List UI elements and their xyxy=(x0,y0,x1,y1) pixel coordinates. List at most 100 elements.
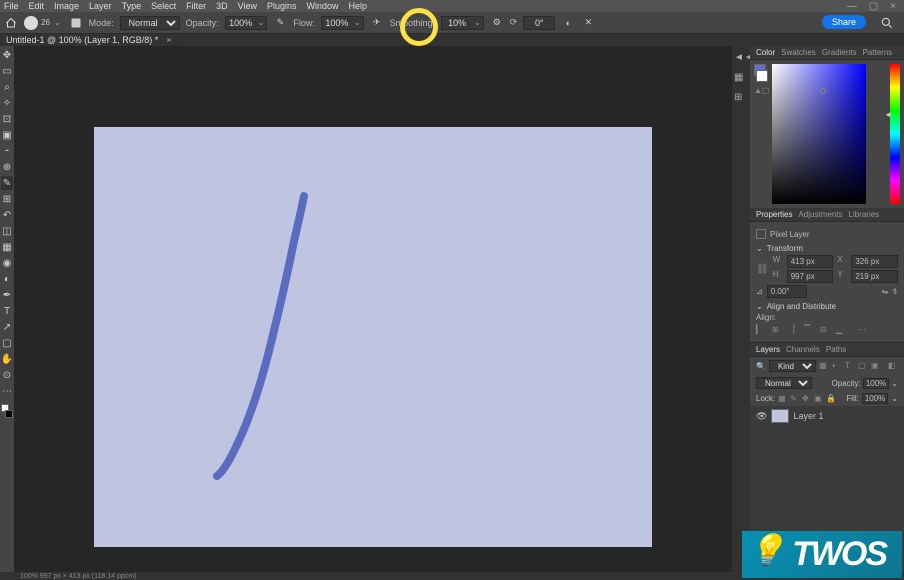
lock-pixels-icon[interactable]: ✎ xyxy=(790,394,799,403)
angle-input[interactable] xyxy=(524,18,554,28)
layer-filter-kind-select[interactable]: Kind xyxy=(769,360,816,372)
eraser-tool[interactable]: ◫ xyxy=(1,224,13,238)
frame-tool[interactable]: ▣ xyxy=(1,128,13,142)
document-tab[interactable]: Untitled-1 @ 100% (Layer 1, RGB/8) * × xyxy=(0,35,178,45)
type-tool[interactable]: T xyxy=(1,304,13,318)
pressure-size-icon[interactable]: ◐ xyxy=(561,16,575,30)
tab-adjustments[interactable]: Adjustments xyxy=(798,210,842,219)
home-icon[interactable] xyxy=(4,16,18,30)
color-bg-swatch[interactable] xyxy=(756,70,768,82)
filter-pixel-icon[interactable]: ▦ xyxy=(819,361,829,371)
align-right-icon[interactable]: ▕ xyxy=(788,325,798,335)
chevron-down-icon[interactable]: ⌄ xyxy=(891,379,898,388)
filter-shape-icon[interactable]: ▢ xyxy=(858,361,868,371)
pen-tool[interactable]: ✒ xyxy=(1,288,13,302)
tab-channels[interactable]: Channels xyxy=(786,345,820,354)
smoothing-input[interactable] xyxy=(442,18,472,28)
smoothing-input-group[interactable]: ⌄ xyxy=(441,16,484,30)
pressure-opacity-icon[interactable]: ✎ xyxy=(273,16,287,30)
marquee-tool[interactable]: ▭ xyxy=(1,64,13,78)
height-input[interactable]: 997 px xyxy=(787,270,834,283)
blend-mode-select[interactable]: Normal xyxy=(756,377,812,389)
airbrush-icon[interactable]: ✈ xyxy=(370,16,384,30)
background-color-swatch[interactable] xyxy=(5,410,13,418)
minimize-button[interactable]: — xyxy=(847,1,857,12)
flip-v-icon[interactable]: ⥮ xyxy=(892,287,898,297)
layer-name[interactable]: Layer 1 xyxy=(793,411,823,421)
layer-row[interactable]: 👁 Layer 1 xyxy=(750,406,904,426)
tab-patterns[interactable]: Patterns xyxy=(863,48,893,57)
menu-select[interactable]: Select xyxy=(151,1,176,11)
flow-input[interactable] xyxy=(322,18,352,28)
search-icon[interactable]: 🔍 xyxy=(756,362,766,371)
hue-indicator-icon[interactable]: ◄ xyxy=(884,110,892,119)
dock-expand-icon[interactable]: ◄◄ xyxy=(734,52,748,66)
dodge-tool[interactable]: ◐ xyxy=(1,272,13,286)
align-bottom-icon[interactable]: ▁ xyxy=(836,325,846,335)
menu-plugins[interactable]: Plugins xyxy=(267,1,297,11)
eyedropper-tool[interactable]: ⁃ xyxy=(1,144,13,158)
history-brush-tool[interactable]: ↶ xyxy=(1,208,13,222)
align-section-header[interactable]: Align and Distribute xyxy=(756,300,898,313)
align-left-icon[interactable]: ▎ xyxy=(756,325,766,335)
layer-fill-input[interactable]: 100% xyxy=(862,393,888,404)
menu-window[interactable]: Window xyxy=(307,1,339,11)
foreground-background-colors[interactable] xyxy=(1,404,13,418)
color-mode-icon[interactable]: ▲▢ xyxy=(754,86,768,95)
menu-3d[interactable]: 3D xyxy=(216,1,228,11)
dock-panel-icon-1[interactable]: ▦ xyxy=(734,72,748,86)
filter-toggle-icon[interactable]: ◧ xyxy=(888,361,898,371)
opacity-input-group[interactable]: ⌄ xyxy=(225,16,268,30)
brush-preview-picker[interactable]: 26 ⌄ xyxy=(24,16,63,30)
lock-position-icon[interactable]: ✥ xyxy=(802,394,811,403)
menu-file[interactable]: File xyxy=(4,1,19,11)
align-top-icon[interactable]: ▔ xyxy=(804,325,814,335)
zoom-tool[interactable]: ⊙ xyxy=(1,368,13,382)
clone-stamp-tool[interactable]: ⊞ xyxy=(1,192,13,206)
opacity-input[interactable] xyxy=(226,18,256,28)
menu-type[interactable]: Type xyxy=(122,1,142,11)
lock-all-icon[interactable]: 🔒 xyxy=(826,394,835,403)
blur-tool[interactable]: ◉ xyxy=(1,256,13,270)
chevron-down-icon[interactable]: ⌄ xyxy=(891,394,898,403)
canvas[interactable] xyxy=(94,127,652,547)
move-tool[interactable]: ✥ xyxy=(1,48,13,62)
hue-slider[interactable] xyxy=(890,64,900,204)
y-input[interactable]: 219 px xyxy=(851,270,898,283)
color-cursor[interactable] xyxy=(820,88,826,94)
healing-tool[interactable]: ⊕ xyxy=(1,160,13,174)
angle-input-group[interactable] xyxy=(523,16,555,30)
gradient-tool[interactable]: ▦ xyxy=(1,240,13,254)
brush-tool[interactable]: ✎ xyxy=(1,176,13,190)
layer-thumbnail[interactable] xyxy=(771,409,789,423)
document-tab-close-icon[interactable]: × xyxy=(166,35,171,45)
transform-section-header[interactable]: Transform xyxy=(756,242,898,255)
chevron-down-icon[interactable]: ⌄ xyxy=(256,18,267,27)
color-field[interactable] xyxy=(772,64,886,204)
menu-filter[interactable]: Filter xyxy=(186,1,206,11)
lock-transparency-icon[interactable]: ▦ xyxy=(778,394,787,403)
path-tool[interactable]: ↗ xyxy=(1,320,13,334)
mode-select[interactable]: Normal xyxy=(120,16,180,30)
chevron-down-icon[interactable]: ⌄ xyxy=(472,18,483,27)
filter-type-icon[interactable]: T xyxy=(845,361,855,371)
menu-view[interactable]: View xyxy=(238,1,257,11)
tab-libraries[interactable]: Libraries xyxy=(849,210,880,219)
menu-help[interactable]: Help xyxy=(349,1,368,11)
tab-properties[interactable]: Properties xyxy=(756,210,792,219)
x-input[interactable]: 326 px xyxy=(851,255,898,268)
canvas-area[interactable] xyxy=(14,46,732,572)
menu-image[interactable]: Image xyxy=(54,1,79,11)
filter-smart-icon[interactable]: ▣ xyxy=(871,361,881,371)
chevron-down-icon[interactable]: ⌄ xyxy=(352,18,363,27)
flow-input-group[interactable]: ⌄ xyxy=(321,16,364,30)
flip-h-icon[interactable]: ⇋ xyxy=(881,287,888,296)
search-icon[interactable] xyxy=(880,16,894,30)
maximize-button[interactable]: ▢ xyxy=(869,1,878,12)
align-center-v-icon[interactable]: ⊟ xyxy=(820,325,830,335)
lock-artboard-icon[interactable]: ▣ xyxy=(814,394,823,403)
tab-swatches[interactable]: Swatches xyxy=(781,48,816,57)
hand-tool[interactable]: ✋ xyxy=(1,352,13,366)
menu-layer[interactable]: Layer xyxy=(89,1,112,11)
smoothing-options-icon[interactable]: ⚙ xyxy=(490,16,504,30)
